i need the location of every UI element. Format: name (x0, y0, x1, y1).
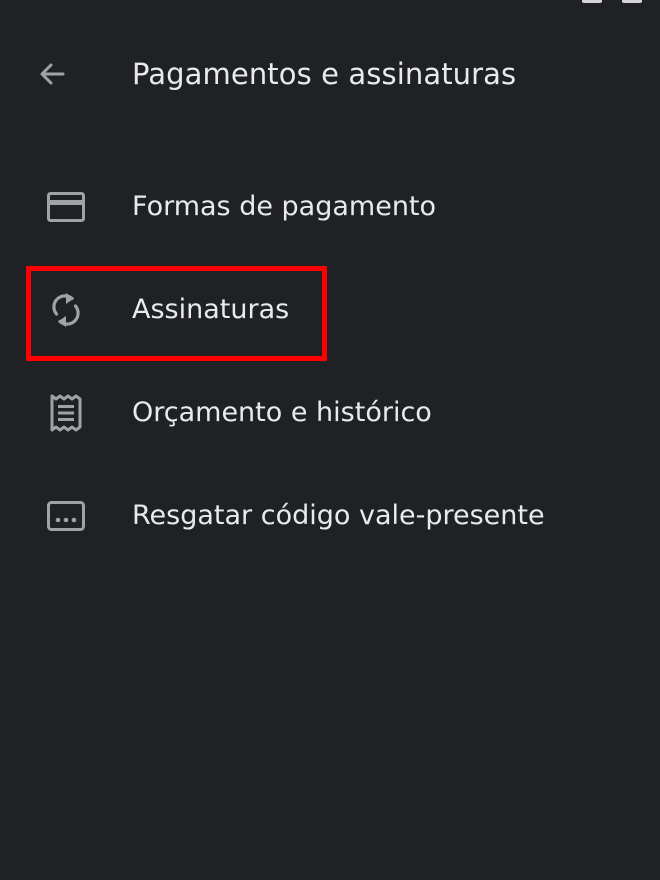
payments-menu: Formas de pagamento Assinaturas Orçament… (0, 155, 660, 567)
status-icon (622, 0, 642, 3)
menu-item-label: Resgatar código vale-presente (132, 500, 545, 531)
gift-card-code-icon (44, 497, 88, 535)
arrow-left-icon (40, 63, 65, 85)
back-button[interactable] (28, 54, 76, 94)
menu-item-subscriptions[interactable]: Assinaturas (0, 258, 660, 361)
receipt-icon (44, 394, 88, 432)
status-bar-icons (582, 0, 642, 4)
payments-subscriptions-screen: Pagamentos e assinaturas Formas de pagam… (0, 0, 660, 880)
sync-icon (44, 291, 88, 329)
status-icon (582, 0, 602, 3)
menu-item-label: Formas de pagamento (132, 191, 437, 222)
menu-item-label: Orçamento e histórico (132, 397, 432, 428)
credit-card-icon (44, 188, 88, 226)
menu-item-payment-methods[interactable]: Formas de pagamento (0, 155, 660, 258)
app-header: Pagamentos e assinaturas (0, 40, 660, 108)
menu-item-budget-history[interactable]: Orçamento e histórico (0, 361, 660, 464)
menu-item-label: Assinaturas (132, 294, 290, 325)
page-title: Pagamentos e assinaturas (132, 57, 517, 91)
menu-item-redeem-gift-code[interactable]: Resgatar código vale-presente (0, 464, 660, 567)
